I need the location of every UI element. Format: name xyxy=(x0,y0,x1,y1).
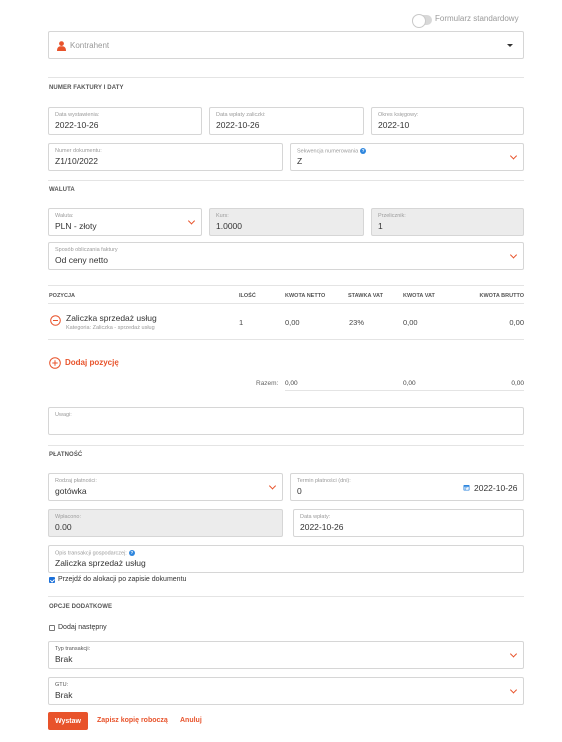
remove-circle-icon[interactable] xyxy=(50,315,61,326)
section-invoice-title: NUMER FAKTURY I DATY xyxy=(49,85,124,91)
paid-value: 0.00 xyxy=(55,522,72,532)
position-gross: 0,00 xyxy=(509,318,524,327)
payment-term-field[interactable]: Termin płatności (dni): 0 2022-10-26 xyxy=(290,473,524,501)
advance-date-label: Data wpłaty zaliczki: xyxy=(216,112,266,118)
gtu-select[interactable]: GTU: Brak xyxy=(48,677,524,705)
payment-method-select[interactable]: Rodzaj płatności: gotówka xyxy=(48,473,283,501)
payment-date-field[interactable]: Data wpłaty: 2022-10-26 xyxy=(293,509,524,537)
transaction-type-value: Brak xyxy=(55,654,73,664)
calc-method-label: Sposób obliczania faktury xyxy=(55,247,118,253)
rate-value: 1.0000 xyxy=(216,221,242,231)
add-position-label: Dodaj pozycję xyxy=(65,358,119,367)
transaction-type-label: Typ transakcji: xyxy=(55,646,91,652)
go-to-allocation-label: Przejdź do alokacji po zapisie dokumentu xyxy=(58,576,187,583)
standard-form-toggle-label: Formularz standardowy xyxy=(435,14,519,23)
section-payment-title: PŁATNOŚĆ xyxy=(49,452,83,458)
position-category: Kategoria: Zaliczka - sprzedaż usług xyxy=(66,325,155,331)
payment-date-label: Data wpłaty: xyxy=(300,514,331,520)
save-draft-button[interactable]: Zapisz kopię roboczą xyxy=(97,717,168,724)
col-vat-rate: STAWKA VAT xyxy=(348,293,383,299)
factor-label: Przelicznik: xyxy=(378,213,406,219)
section-currency-title: WALUTA xyxy=(49,187,75,193)
go-to-allocation-checkbox[interactable] xyxy=(49,577,55,583)
issue-date-field[interactable]: Data wystawienia: 2022-10-26 xyxy=(48,107,202,135)
total-gross: 0,00 xyxy=(511,380,524,387)
col-net: KWOTA NETTO xyxy=(285,293,326,299)
advance-date-value: 2022-10-26 xyxy=(216,120,260,130)
notes-field[interactable]: Uwagi: xyxy=(48,407,524,435)
help-icon[interactable]: ? xyxy=(128,550,135,556)
chevron-down-icon xyxy=(268,482,277,490)
calendar-icon[interactable] xyxy=(463,484,470,491)
help-icon[interactable]: ? xyxy=(360,148,367,154)
factor-value: 1 xyxy=(378,221,383,231)
issue-date-value: 2022-10-26 xyxy=(55,120,99,130)
col-vat-amount: KWOTA VAT xyxy=(403,293,435,299)
total-vat: 0,00 xyxy=(403,380,416,387)
contractor-select[interactable]: Kontrahent xyxy=(48,31,524,59)
currency-select[interactable]: Waluta: PLN - złoty xyxy=(48,208,202,236)
contractor-placeholder: Kontrahent xyxy=(70,41,110,50)
person-icon xyxy=(57,41,66,51)
doc-number-label: Numer dokumentu: xyxy=(55,148,102,154)
payment-method-value: gotówka xyxy=(55,486,87,496)
issue-date-label: Data wystawienia: xyxy=(55,112,100,118)
standard-form-toggle[interactable] xyxy=(412,14,432,28)
period-field[interactable]: Okres księgowy: 2022-10 xyxy=(371,107,524,135)
notes-label: Uwagi: xyxy=(55,412,72,418)
chevron-down-icon xyxy=(509,152,518,160)
rate-label: Kurs: xyxy=(216,213,229,219)
cancel-button[interactable]: Anuluj xyxy=(180,717,202,724)
payment-method-label: Rodzaj płatności: xyxy=(55,478,97,484)
transaction-description-value: Zaliczka sprzedaż usług xyxy=(55,558,146,568)
payment-term-date: 2022-10-26 xyxy=(474,483,518,493)
advance-date-field[interactable]: Data wpłaty zaliczki: 2022-10-26 xyxy=(209,107,364,135)
period-value: 2022-10 xyxy=(378,120,410,130)
total-net: 0,00 xyxy=(285,380,298,387)
position-qty: 1 xyxy=(239,318,244,327)
add-circle-icon xyxy=(49,357,61,369)
period-label: Okres księgowy: xyxy=(378,112,419,118)
gtu-label: GTU: xyxy=(55,682,69,688)
doc-number-value: Z1/10/2022 xyxy=(55,156,99,166)
issue-button[interactable]: Wystaw xyxy=(48,712,88,730)
payment-date-value: 2022-10-26 xyxy=(300,522,344,532)
paid-field: Wpłacono: 0.00 xyxy=(48,509,283,537)
payment-term-value: 0 xyxy=(297,486,302,496)
sequence-select[interactable]: Sekwencja numerowania? Z xyxy=(290,143,524,171)
chevron-down-icon xyxy=(509,650,518,658)
col-position: POZYCJA xyxy=(49,293,75,299)
chevron-down-icon xyxy=(507,44,513,47)
transaction-type-select[interactable]: Typ transakcji: Brak xyxy=(48,641,524,669)
col-gross: KWOTA BRUTTO xyxy=(479,293,524,299)
transaction-description-label: Opis transakcji gospodarczej: xyxy=(55,550,127,557)
rate-field: Kurs: 1.0000 xyxy=(209,208,364,236)
currency-label: Waluta: xyxy=(55,213,74,219)
calc-method-value: Od ceny netto xyxy=(55,255,108,265)
position-net: 0,00 xyxy=(285,318,300,327)
sequence-label: Sekwencja numerowania xyxy=(297,148,359,155)
add-next-label: Dodaj następny xyxy=(58,624,107,631)
sequence-value: Z xyxy=(297,156,303,166)
calc-method-select[interactable]: Sposób obliczania faktury Od ceny netto xyxy=(48,242,524,270)
transaction-description-field[interactable]: Opis transakcji gospodarczej:? Zaliczka … xyxy=(48,545,524,573)
chevron-down-icon xyxy=(509,251,518,259)
total-label: Razem: xyxy=(256,380,279,387)
chevron-down-icon xyxy=(509,686,518,694)
gtu-value: Brak xyxy=(55,690,73,700)
section-options-title: OPCJE DODATKOWE xyxy=(49,604,113,610)
position-vat-rate: 23% xyxy=(349,318,365,327)
payment-term-label: Termin płatności (dni): xyxy=(297,478,351,484)
col-qty: ILOŚĆ xyxy=(239,293,256,299)
position-vat-amount: 0,00 xyxy=(403,318,418,327)
currency-value: PLN - złoty xyxy=(55,221,97,231)
position-name: Zaliczka sprzedaż usług xyxy=(66,313,157,323)
paid-label: Wpłacono: xyxy=(55,514,81,520)
doc-number-field[interactable]: Numer dokumentu: Z1/10/2022 xyxy=(48,143,283,171)
chevron-down-icon xyxy=(187,217,196,225)
factor-field: Przelicznik: 1 xyxy=(371,208,524,236)
add-next-checkbox[interactable] xyxy=(49,625,55,631)
